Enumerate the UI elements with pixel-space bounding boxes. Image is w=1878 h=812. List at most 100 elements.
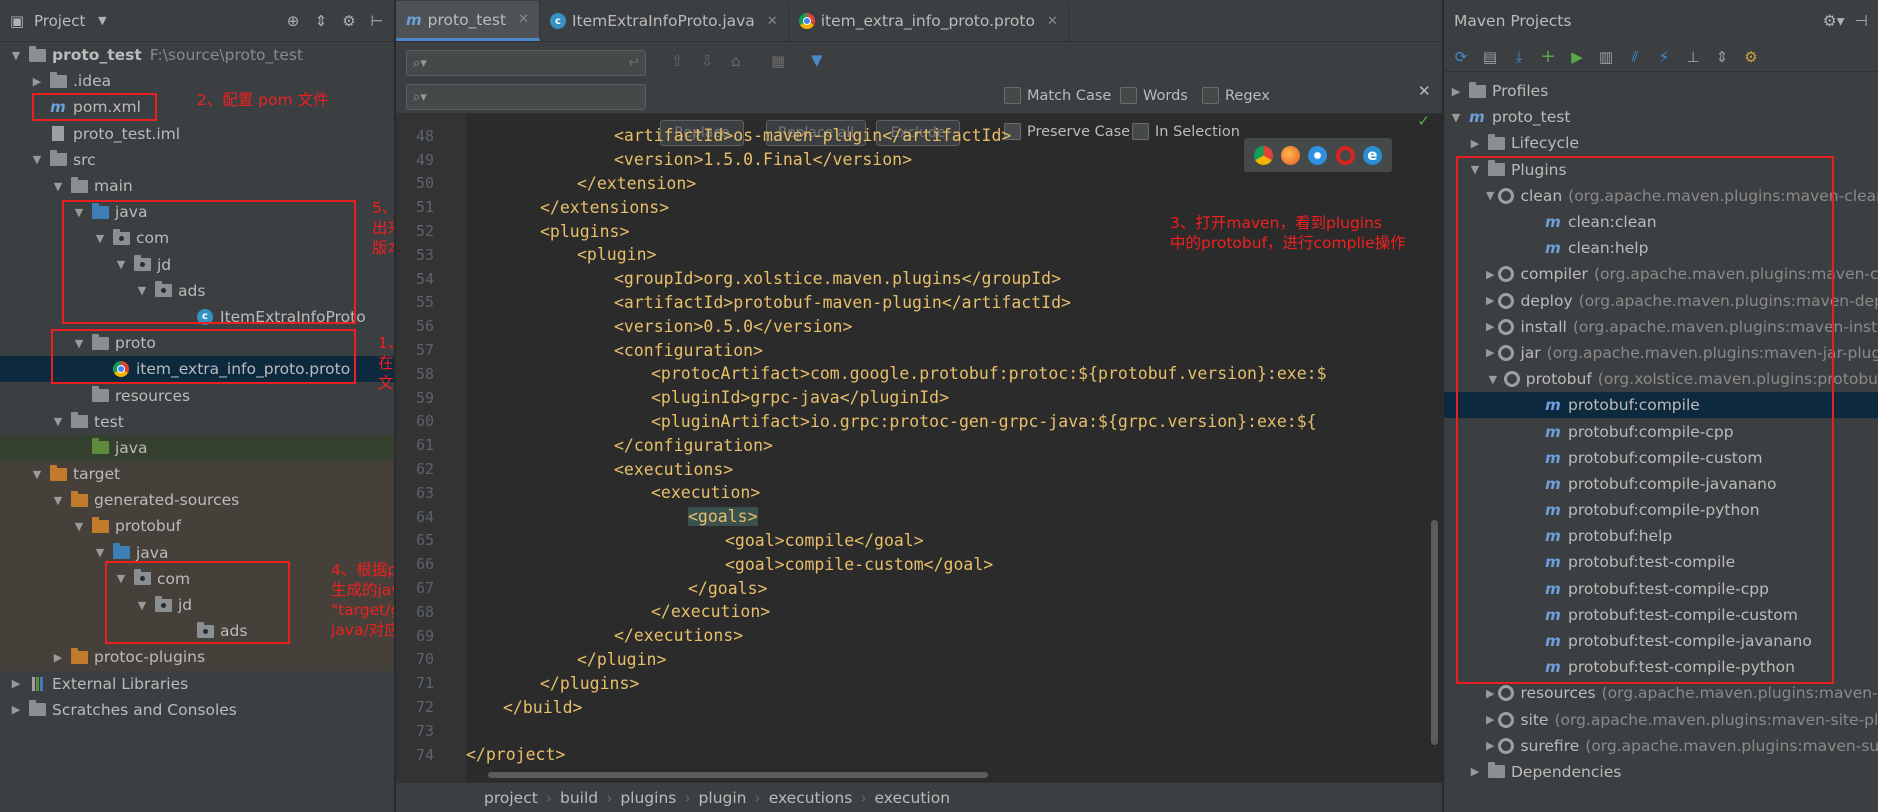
- editor-tab[interactable]: m proto_test ✕: [396, 1, 540, 41]
- firefox-browser-icon[interactable]: [1281, 145, 1301, 165]
- maven-tree-item[interactable]: ▶ site (org.apache.maven.plugins:maven-sit…: [1444, 707, 1878, 733]
- collapse-arrow-icon[interactable]: ▶: [8, 677, 24, 690]
- expand-arrow-icon[interactable]: ▼: [1448, 111, 1464, 124]
- code-line[interactable]: 55 <artifactId>protobuf-maven-plugin</art…: [396, 291, 1442, 315]
- search-input[interactable]: ⌕▾: [406, 50, 646, 76]
- tree-item[interactable]: ▶ Scratches and Consoles: [0, 697, 394, 723]
- tree-item[interactable]: ▼ main: [0, 173, 394, 199]
- collapse-arrow-icon[interactable]: ▶: [50, 651, 66, 664]
- tree-item[interactable]: ▼ protobuf: [0, 513, 394, 540]
- code-line[interactable]: 58 <protocArtifact>com.google.protobuf:pr…: [396, 362, 1442, 386]
- tree-item[interactable]: ▼ test: [0, 409, 394, 435]
- code-line[interactable]: 71 </plugins>: [396, 671, 1442, 695]
- expand-arrow-icon[interactable]: ▼: [92, 546, 108, 559]
- code-line[interactable]: 68 </execution>: [396, 600, 1442, 624]
- tree-item[interactable]: ▶ External Libraries: [0, 671, 394, 697]
- breadcrumb-item[interactable]: executions: [769, 789, 853, 807]
- words-checkbox[interactable]: Words: [1120, 87, 1188, 104]
- find-all-icon[interactable]: ⌂: [731, 52, 741, 70]
- collapse-arrow-icon[interactable]: ▶: [1467, 765, 1483, 778]
- breadcrumb-item[interactable]: project: [484, 789, 538, 807]
- collapse-arrow-icon[interactable]: ▶: [1448, 85, 1464, 98]
- tree-item[interactable]: ▼ generated-sources: [0, 487, 394, 514]
- expand-arrow-icon[interactable]: ▼: [8, 49, 24, 62]
- chrome-browser-icon[interactable]: [1254, 145, 1274, 165]
- tree-item[interactable]: ▼ proto_test F:\source\proto_test: [0, 42, 394, 68]
- collapse-arrow-icon[interactable]: ▶: [1486, 687, 1494, 700]
- newline-icon[interactable]: ↵: [628, 53, 641, 71]
- collapse-arrow-icon[interactable]: ▶: [29, 75, 45, 88]
- project-view-icon[interactable]: ▣: [6, 10, 28, 32]
- prev-occurrence-icon[interactable]: ⇧: [671, 52, 684, 70]
- code-line[interactable]: 70 </plugin>: [396, 648, 1442, 672]
- breadcrumb-item[interactable]: build: [560, 789, 598, 807]
- breadcrumb-item[interactable]: plugins: [620, 789, 676, 807]
- code-line[interactable]: 64 <goals>: [396, 505, 1442, 529]
- code-line[interactable]: 72 </build>: [396, 695, 1442, 719]
- skip-tests-icon[interactable]: ⚡: [1655, 48, 1673, 66]
- gear-icon[interactable]: ⚙: [338, 10, 360, 32]
- tree-item[interactable]: java: [0, 434, 394, 461]
- replace-input[interactable]: ⌕▾: [406, 84, 646, 110]
- run-config-icon[interactable]: ▥: [1597, 48, 1615, 66]
- hide-panel-icon[interactable]: ⊣: [1854, 12, 1868, 30]
- maven-tree-item[interactable]: ▼ m proto_test: [1444, 104, 1878, 130]
- code-line[interactable]: 73: [396, 719, 1442, 743]
- project-view-title[interactable]: Project: [34, 12, 85, 30]
- expand-arrow-icon[interactable]: ▼: [29, 468, 45, 481]
- next-occurrence-icon[interactable]: ⇩: [701, 52, 714, 70]
- code-line[interactable]: 50 </extension>: [396, 172, 1442, 196]
- close-icon[interactable]: ✕: [767, 14, 778, 29]
- tree-item[interactable]: ▼ src: [0, 147, 394, 173]
- gear-icon[interactable]: ⚙▾: [1823, 12, 1845, 30]
- code-line[interactable]: 69 </executions>: [396, 624, 1442, 648]
- code-line[interactable]: 54 <groupId>org.xolstice.maven.plugins</g…: [396, 267, 1442, 291]
- reimport-icon[interactable]: ⟳: [1452, 48, 1470, 66]
- code-line[interactable]: 62 <executions>: [396, 457, 1442, 481]
- hide-panel-icon[interactable]: ⊢: [366, 10, 388, 32]
- editor-tab[interactable]: c ItemExtraInfoProto.java ✕: [540, 1, 789, 41]
- filter-icon[interactable]: ▼: [811, 51, 823, 69]
- expand-arrow-icon[interactable]: ▼: [50, 494, 66, 507]
- maven-tree-item[interactable]: ▶ surefire (org.apache.maven.plugins:maven…: [1444, 733, 1878, 759]
- select-all-icon[interactable]: ▦: [771, 52, 785, 70]
- collapse-arrow-icon[interactable]: ▶: [1486, 739, 1494, 752]
- tree-item[interactable]: proto_test.iml: [0, 121, 394, 147]
- chevron-down-icon[interactable]: ▼: [91, 10, 113, 32]
- match-case-checkbox[interactable]: Match Case: [1004, 87, 1111, 104]
- regex-checkbox[interactable]: Regex: [1202, 87, 1270, 104]
- code-line[interactable]: 74 </project>: [396, 743, 1442, 767]
- tree-item[interactable]: ▼ target: [0, 461, 394, 488]
- close-icon[interactable]: ✕: [1047, 14, 1058, 29]
- breadcrumb-item[interactable]: plugin: [699, 789, 747, 807]
- code-line[interactable]: 66 <goal>compile-custom</goal>: [396, 552, 1442, 576]
- collapse-all-icon[interactable]: ⇕: [1713, 48, 1731, 66]
- opera-browser-icon[interactable]: [1335, 145, 1355, 165]
- run-icon[interactable]: ▶: [1568, 48, 1586, 66]
- maven-tree-item[interactable]: ▶ resources (org.apache.maven.plugins:mave…: [1444, 680, 1878, 706]
- code-line[interactable]: 67 </goals>: [396, 576, 1442, 600]
- ie-browser-icon[interactable]: e: [1362, 145, 1382, 165]
- code-line[interactable]: 63 <execution>: [396, 481, 1442, 505]
- vertical-scrollbar[interactable]: [1431, 520, 1438, 745]
- code-line[interactable]: 57 <configuration>: [396, 338, 1442, 362]
- code-line[interactable]: 60 <pluginArtifact>io.grpc:protoc-gen-grp…: [396, 410, 1442, 434]
- close-icon[interactable]: ✕: [1418, 82, 1431, 100]
- code-line[interactable]: 59 <pluginId>grpc-java</pluginId>: [396, 386, 1442, 410]
- collapse-arrow-icon[interactable]: ▶: [1467, 137, 1483, 150]
- collapse-all-icon[interactable]: ⇕: [310, 10, 332, 32]
- locate-icon[interactable]: ⊕: [282, 10, 304, 32]
- generate-sources-icon[interactable]: ▤: [1481, 48, 1499, 66]
- tree-item[interactable]: ▶ protoc-plugins: [0, 644, 394, 671]
- expand-arrow-icon[interactable]: ▼: [50, 180, 66, 193]
- expand-arrow-icon[interactable]: ▼: [50, 415, 66, 428]
- show-dependencies-icon[interactable]: ⊥: [1684, 48, 1702, 66]
- add-icon[interactable]: +: [1539, 46, 1557, 67]
- expand-arrow-icon[interactable]: ▼: [71, 520, 87, 533]
- settings-icon[interactable]: ⚙: [1742, 48, 1760, 66]
- maven-tree-item[interactable]: ▶ Profiles: [1444, 78, 1878, 104]
- collapse-arrow-icon[interactable]: ▶: [8, 703, 24, 716]
- close-icon[interactable]: ✕: [518, 12, 529, 27]
- code-line[interactable]: 61 </configuration>: [396, 433, 1442, 457]
- safari-browser-icon[interactable]: [1308, 145, 1328, 165]
